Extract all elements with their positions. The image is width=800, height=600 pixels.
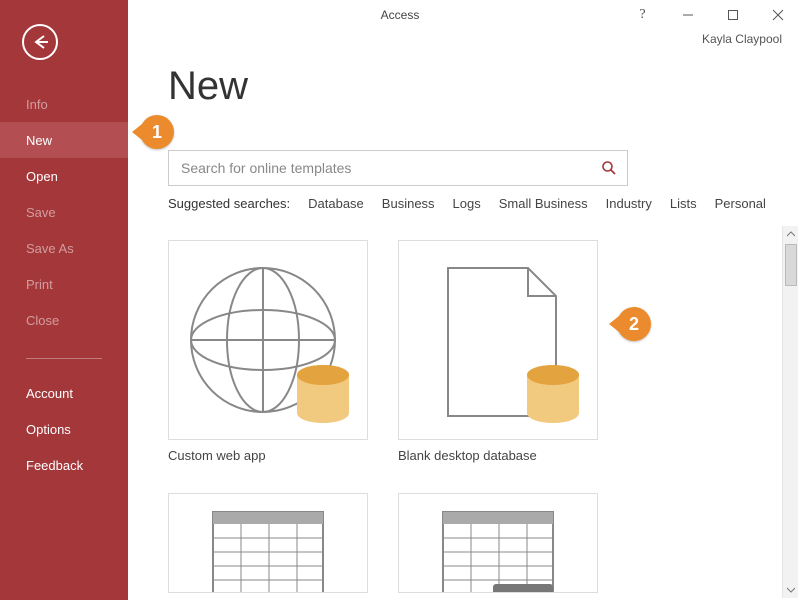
suggested-link-industry[interactable]: Industry: [606, 196, 652, 211]
backstage-sidebar: Info New Open Save Save As Print Close A…: [0, 0, 128, 600]
user-name[interactable]: Kayla Claypool: [702, 32, 782, 46]
backstage-main: New Suggested searches: Database Busines…: [128, 0, 800, 600]
suggested-link-personal[interactable]: Personal: [715, 196, 766, 211]
templates-grid: Custom web app Blank desktop database: [128, 226, 780, 593]
title-bar: Access ?: [0, 0, 800, 30]
close-button[interactable]: [755, 0, 800, 30]
app-title: Access: [381, 8, 420, 22]
nav-print: Print: [0, 266, 128, 302]
template-blank-desktop-database[interactable]: Blank desktop database: [398, 240, 598, 463]
suggested-link-database[interactable]: Database: [308, 196, 364, 211]
maximize-button[interactable]: [710, 0, 755, 30]
page-title: New: [168, 64, 248, 109]
arrow-left-icon: [30, 32, 50, 52]
vertical-scrollbar[interactable]: [782, 226, 798, 598]
suggested-label: Suggested searches:: [168, 196, 290, 211]
scroll-down-button[interactable]: [783, 582, 799, 598]
nav-account[interactable]: Account: [0, 375, 128, 411]
template-label: Blank desktop database: [398, 448, 598, 463]
minimize-button[interactable]: [665, 0, 710, 30]
nav-divider: [26, 358, 102, 359]
suggested-link-business[interactable]: Business: [382, 196, 435, 211]
suggested-searches: Suggested searches: Database Business Lo…: [168, 196, 780, 211]
scroll-up-button[interactable]: [783, 226, 799, 242]
scroll-thumb[interactable]: [785, 244, 797, 286]
page-db-icon: [408, 250, 588, 430]
nav-feedback[interactable]: Feedback: [0, 447, 128, 483]
suggested-link-logs[interactable]: Logs: [453, 196, 481, 211]
nav-save-as: Save As: [0, 230, 128, 266]
search-icon: [601, 160, 617, 176]
nav-close: Close: [0, 302, 128, 338]
nav-options[interactable]: Options: [0, 411, 128, 447]
nav-open[interactable]: Open: [0, 158, 128, 194]
window-controls: ?: [620, 0, 800, 30]
template-custom-web-app[interactable]: Custom web app: [168, 240, 368, 463]
suggested-link-small-business[interactable]: Small Business: [499, 196, 588, 211]
callout-1: 1: [140, 115, 174, 149]
template-tile[interactable]: [168, 493, 368, 593]
search-box: [168, 150, 628, 186]
callout-2: 2: [617, 307, 651, 341]
template-tile[interactable]: [398, 240, 598, 440]
table-icon: [193, 508, 343, 593]
suggested-link-lists[interactable]: Lists: [670, 196, 697, 211]
nav-info: Info: [0, 86, 128, 122]
help-button[interactable]: ?: [620, 0, 665, 30]
search-button[interactable]: [591, 151, 627, 185]
nav-save: Save: [0, 194, 128, 230]
template-item[interactable]: [168, 493, 368, 593]
template-tile[interactable]: [168, 240, 368, 440]
nav-new[interactable]: New: [0, 122, 128, 158]
template-item[interactable]: [398, 493, 598, 593]
search-row: [168, 150, 628, 186]
search-input[interactable]: [169, 160, 591, 176]
template-label: Custom web app: [168, 448, 368, 463]
templates-area: Custom web app Blank desktop database: [128, 226, 780, 600]
globe-db-icon: [178, 250, 358, 430]
template-tile[interactable]: [398, 493, 598, 593]
table-icon: [423, 508, 573, 593]
